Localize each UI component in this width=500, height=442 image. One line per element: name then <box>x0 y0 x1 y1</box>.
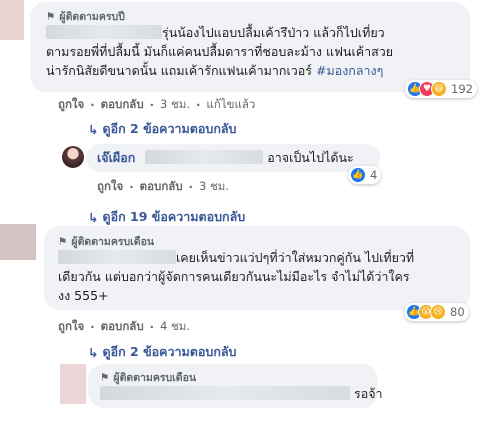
comment-text-line: น่ารักนิสัยดีขนาดนั้น แถมเค้ารักแฟนเค้าม… <box>46 63 384 78</box>
redacted-name <box>100 386 350 400</box>
redacted-name <box>58 250 176 264</box>
reply-arrow-icon: ↳ <box>88 121 99 137</box>
avatar[interactable] <box>0 0 24 40</box>
reaction-summary[interactable]: 👍 4 <box>348 166 382 184</box>
like-button[interactable]: ถูกใจ <box>58 318 84 336</box>
reaction-count: 80 <box>450 305 465 319</box>
redacted-tag <box>145 150 264 164</box>
comment-actions: ถูกใจ · ตอบกลับ · 3 ชม. · แก้ไขแล้ว <box>58 96 256 114</box>
reply-button[interactable]: ตอบกลับ <box>101 96 144 114</box>
fan-badge: ⚑ ผู้ติดตามครบปี <box>46 10 125 24</box>
fan-badge: ⚑ ผู้ติดตามครบเดือน <box>58 235 155 249</box>
timestamp[interactable]: 4 ชม. <box>160 318 190 336</box>
comment-text-line: งง 555+ <box>58 288 109 303</box>
like-button[interactable]: ถูกใจ <box>97 178 123 196</box>
like-reaction-icon: 👍 <box>350 167 366 183</box>
reply-text: เจ๊เผือก อาจเป็นไปได้นะ <box>97 150 354 165</box>
reaction-summary[interactable]: 👍 😮 😢 80 <box>404 303 469 321</box>
badge-flag-icon: ⚑ <box>58 235 68 248</box>
view-more-replies-link[interactable]: ↳ ดูอีก 2 ข้อความตอบกลับ <box>88 342 237 362</box>
avatar[interactable] <box>62 146 84 168</box>
reply-button[interactable]: ตอบกลับ <box>140 178 183 196</box>
comment-text-line: เคยเห็นข่าวแว่ปๆที่ว่าใส่หมวกคู่กัน ไปเท… <box>58 249 414 267</box>
reaction-count: 4 <box>370 168 378 182</box>
comment-text-line: รุ่นน้องไปแอบปลื้มเค้ารึป่าว แล้วก็ไปเที… <box>46 24 385 42</box>
timestamp[interactable]: 3 ชม. <box>160 96 190 114</box>
reply-arrow-icon: ↳ <box>88 344 99 360</box>
comment-text-line: เดียวกัน แต่บอกว่าผู้จัดการคนเดียวกันนะไ… <box>58 269 410 284</box>
badge-flag-icon: ⚑ <box>46 10 56 23</box>
redacted-name <box>46 25 162 39</box>
avatar[interactable] <box>0 224 36 260</box>
hashtag-link[interactable]: #มองกลางๆ <box>316 63 383 78</box>
reaction-summary[interactable]: 👍 ♥ 😆 192 <box>405 80 477 98</box>
edited-label[interactable]: แก้ไขแล้ว <box>206 96 255 114</box>
badge-flag-icon: ⚑ <box>100 371 110 384</box>
like-button[interactable]: ถูกใจ <box>58 96 84 114</box>
reply-button[interactable]: ตอบกลับ <box>101 318 144 336</box>
reaction-count: 192 <box>451 82 473 96</box>
timestamp[interactable]: 3 ชม. <box>199 178 229 196</box>
view-more-replies-link[interactable]: ↳ ดูอีก 2 ข้อความตอบกลับ <box>88 119 237 139</box>
haha-reaction-icon: 😆 <box>431 81 447 97</box>
sad-reaction-icon: 😢 <box>430 304 446 320</box>
comment-actions: ถูกใจ · ตอบกลับ · 4 ชม. <box>58 318 191 336</box>
fan-badge: ⚑ ผู้ติดตามครบเดือน <box>100 371 197 385</box>
commenter-name[interactable]: เจ๊เผือก <box>97 150 135 165</box>
reply-text: รอจ้า <box>100 385 383 403</box>
reply-arrow-icon: ↳ <box>88 209 99 225</box>
view-more-replies-link[interactable]: ↳ ดูอีก 19 ข้อความตอบกลับ <box>88 207 245 227</box>
reply-actions: ถูกใจ · ตอบกลับ · 3 ชม. <box>97 178 230 196</box>
comment-text-line: ตามรอยพี่ที่ปลื้มนี้ มันก็แค่คนปลื้มดารา… <box>46 44 394 59</box>
avatar[interactable] <box>60 364 86 404</box>
